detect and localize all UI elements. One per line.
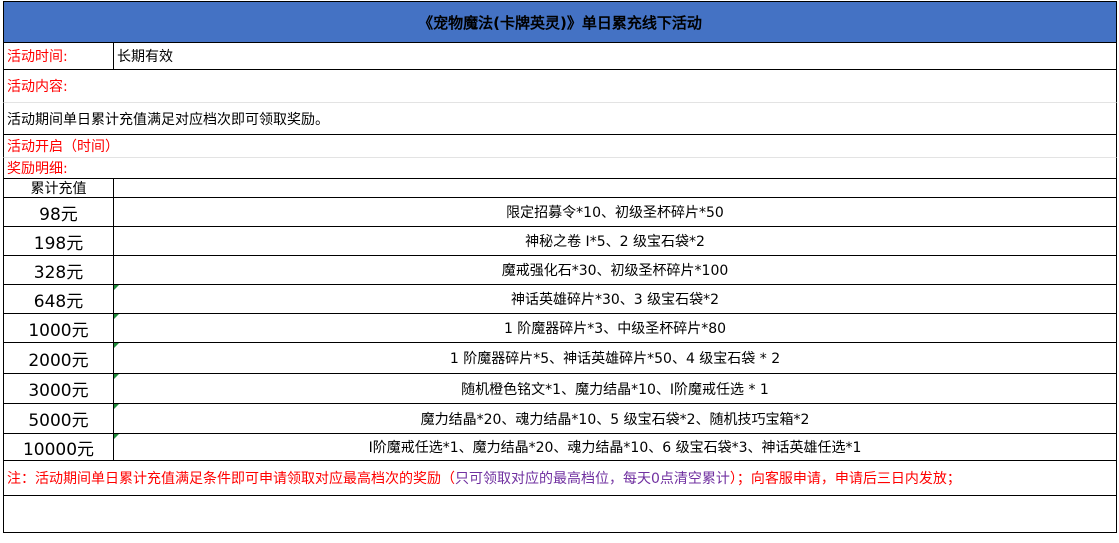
reward-detail-label: 奖励明细: [3, 158, 1117, 178]
cell-marker [114, 374, 119, 379]
cell-marker [114, 285, 119, 290]
note-part-2: 只可领取对应的最高档位，每天0点清空累计 [455, 471, 730, 487]
note-row: 注：活动期间单日累计充值满足条件即可申请领取对应最高档次的奖励（ 只可领取对应的最… [3, 461, 1117, 496]
reward-items: Ⅰ阶魔戒任选*1、魔力结晶*20、魂力结晶*10、6 级宝石袋*3、神话英雄任选… [368, 440, 862, 456]
time-value: 长期有效 [117, 49, 173, 65]
reward-row: 1000元 1 阶魔器碎片*3、中级圣杯碎片*80 [3, 314, 1117, 343]
open-time-label: 活动开启（时间） [3, 135, 1117, 158]
note-part-3: ）；向客服申请，申请后三日内发放； [729, 471, 961, 487]
reward-amount: 98元 [4, 198, 114, 226]
reward-items: 神话英雄碎片*30、3 级宝石袋*2 [510, 292, 720, 308]
reward-items: 1 阶魔器碎片*5、神话英雄碎片*50、4 级宝石袋 * 2 [449, 351, 781, 367]
reward-items: 神秘之卷 Ⅰ*5、2 级宝石袋*2 [525, 234, 705, 250]
reward-items: 1 阶魔器碎片*3、中级圣杯碎片*80 [503, 321, 727, 337]
note-part-1: 注：活动期间单日累计充值满足条件即可申请领取对应最高档次的奖励（ [7, 471, 455, 487]
cell-marker [114, 434, 119, 439]
sheet-title: 《宠物魔法(卡牌英灵)》单日累充线下活动 [3, 1, 1117, 43]
cell-marker [114, 343, 119, 348]
reward-amount: 5000元 [4, 404, 114, 433]
time-label: 活动时间: [4, 43, 114, 69]
header-reward-blank [114, 179, 1116, 197]
reward-row: 198元 神秘之卷 Ⅰ*5、2 级宝石袋*2 [3, 227, 1117, 256]
reward-amount: 2000元 [4, 343, 114, 373]
reward-row: 10000元 Ⅰ阶魔戒任选*1、魔力结晶*20、魂力结晶*10、6 级宝石袋*3、… [3, 434, 1117, 461]
reward-items: 随机橙色铭文*1、魔力结晶*10、Ⅰ阶魔戒任选 * 1 [461, 381, 769, 398]
reward-amount: 10000元 [4, 434, 114, 460]
reward-amount: 198元 [4, 227, 114, 255]
header-total-recharge: 累计充值 [4, 179, 114, 197]
reward-row: 3000元 随机橙色铭文*1、魔力结晶*10、Ⅰ阶魔戒任选 * 1 [3, 374, 1117, 404]
cell-marker [114, 404, 119, 409]
reward-amount: 648元 [4, 285, 114, 313]
reward-row: 98元 限定招募令*10、初级圣杯碎片*50 [3, 198, 1117, 227]
time-row: 活动时间: 长期有效 [3, 43, 1117, 70]
activity-sheet: 《宠物魔法(卡牌英灵)》单日累充线下活动 活动时间: 长期有效 活动内容: 活动… [3, 1, 1117, 533]
reward-row: 648元 神话英雄碎片*30、3 级宝石袋*2 [3, 285, 1117, 314]
reward-items: 限定招募令*10、初级圣杯碎片*50 [506, 205, 724, 221]
reward-items: 魔力结晶*20、魂力结晶*10、5 级宝石袋*2、随机技巧宝箱*2 [420, 411, 810, 428]
reward-row: 2000元 1 阶魔器碎片*5、神话英雄碎片*50、4 级宝石袋 * 2 [3, 343, 1117, 374]
content-text: 活动期间单日累计充值满足对应档次即可领取奖励。 [3, 103, 1117, 135]
content-label: 活动内容: [3, 70, 1117, 103]
cell-marker [114, 314, 119, 319]
reward-amount: 1000元 [4, 314, 114, 342]
reward-table-body: 98元 限定招募令*10、初级圣杯碎片*50 198元 神秘之卷 Ⅰ*5、2 级宝石袋… [3, 198, 1117, 461]
reward-table-header: 累计充值 [3, 178, 1117, 198]
reward-row: 328元 魔戒强化石*30、初级圣杯碎片*100 [3, 256, 1117, 285]
reward-items: 魔戒强化石*30、初级圣杯碎片*100 [501, 263, 729, 279]
reward-amount: 328元 [4, 256, 114, 284]
reward-amount: 3000元 [4, 374, 114, 403]
empty-row [3, 496, 1117, 533]
reward-row: 5000元 魔力结晶*20、魂力结晶*10、5 级宝石袋*2、随机技巧宝箱*2 [3, 404, 1117, 434]
